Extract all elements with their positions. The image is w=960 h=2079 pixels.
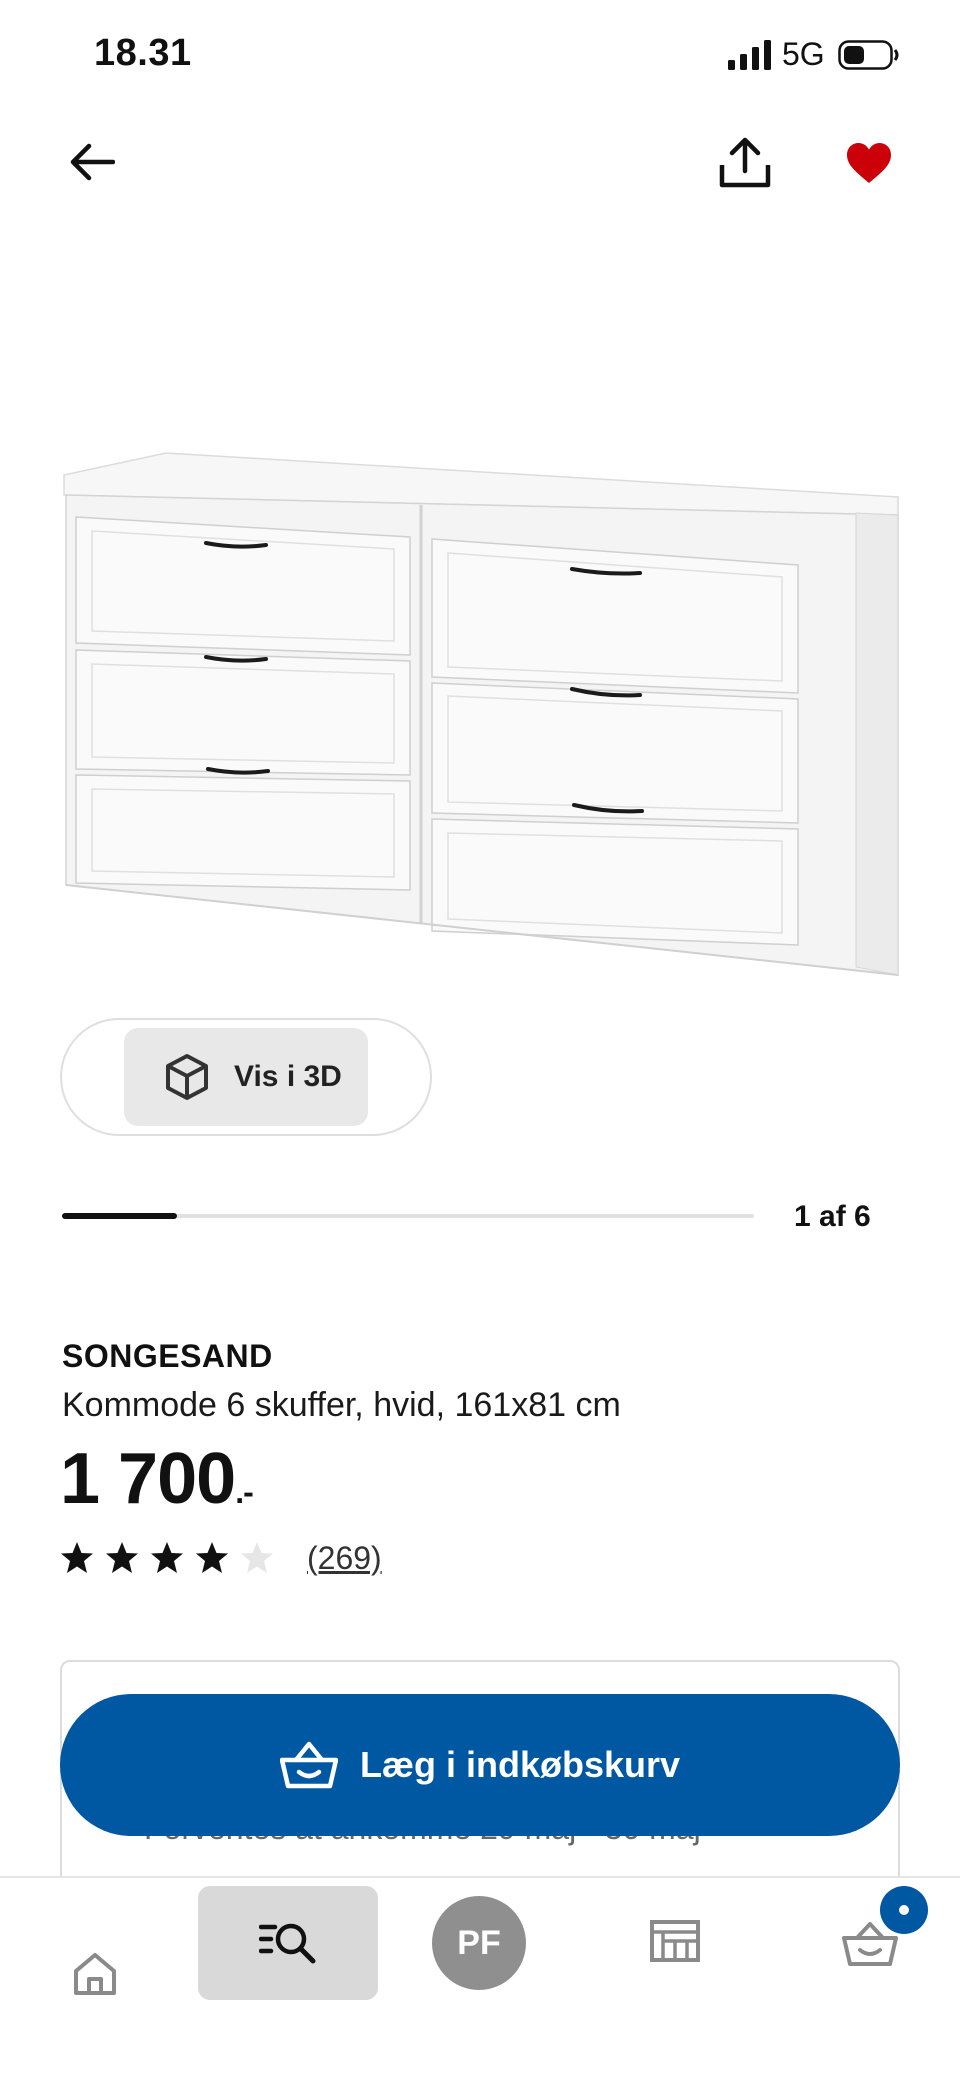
star-filled-icon	[61, 1542, 93, 1573]
carousel-progress-fill	[62, 1213, 178, 1219]
battery-icon	[838, 40, 899, 70]
profile-initials: PF	[457, 1923, 501, 1962]
search-list-icon	[259, 1923, 316, 1964]
star-filled-icon	[196, 1542, 228, 1573]
network-label: 5G	[782, 36, 825, 72]
price-suffix: .-	[235, 1474, 254, 1510]
tab-home[interactable]	[60, 1938, 130, 2008]
product-price: 1 700.-	[60, 1438, 254, 1520]
status-bar: 18.31 5G	[0, 0, 960, 110]
product-name: SONGESAND	[62, 1338, 273, 1374]
favorite-button[interactable]	[836, 130, 902, 196]
back-button[interactable]	[62, 132, 122, 192]
arrow-left-icon	[70, 143, 115, 181]
product-image-dresser[interactable]	[56, 445, 906, 985]
tab-stores[interactable]	[640, 1906, 710, 1976]
top-navigation	[0, 120, 960, 200]
bottom-tab-bar: PF	[0, 1876, 960, 2079]
view-3d-label: Vis i 3D	[234, 1060, 342, 1093]
tab-search[interactable]	[198, 1886, 378, 2000]
heart-filled-icon	[847, 143, 891, 183]
review-count-link[interactable]: (269)	[307, 1540, 382, 1577]
store-icon	[650, 1920, 700, 1962]
share-upload-icon	[719, 137, 771, 188]
cart-badge	[880, 1886, 928, 1934]
star-filled-icon	[106, 1542, 138, 1573]
add-to-cart-button[interactable]: Læg i indkøbskurv	[60, 1694, 900, 1836]
star-empty-icon	[241, 1542, 273, 1573]
tab-profile[interactable]: PF	[432, 1896, 526, 1990]
home-icon	[74, 1953, 116, 1995]
cart-badge-dot	[899, 1905, 909, 1915]
shopping-basket-icon	[279, 1741, 338, 1789]
cellular-signal-icon	[728, 40, 771, 70]
price-value: 1 700	[60, 1439, 236, 1519]
add-to-cart-label: Læg i indkøbskurv	[359, 1744, 681, 1785]
star-filled-icon	[151, 1542, 183, 1573]
carousel-counter: 1 af 6	[794, 1200, 871, 1233]
rating-row[interactable]: (269)	[60, 1536, 382, 1580]
carousel-progress-track	[62, 1213, 754, 1219]
view-3d-button[interactable]: Vis i 3D	[124, 1028, 368, 1126]
view-3d-container: Vis i 3D	[60, 1018, 432, 1136]
rating-stars	[60, 1541, 285, 1575]
share-button[interactable]	[712, 130, 778, 196]
product-description: Kommode 6 skuffer, hvid, 161x81 cm	[62, 1386, 621, 1424]
cube-3d-icon	[166, 1054, 208, 1100]
status-time: 18.31	[94, 32, 192, 74]
